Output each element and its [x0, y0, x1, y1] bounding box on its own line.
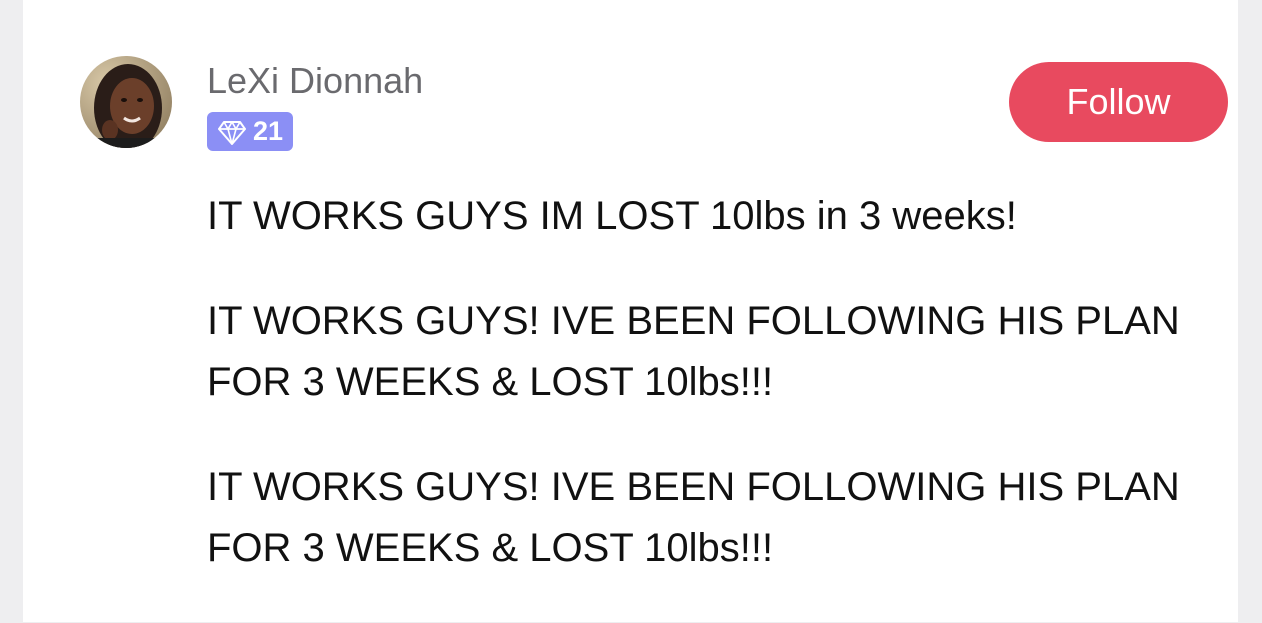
badge-count: 21 — [253, 116, 284, 146]
post-paragraph: IT WORKS GUYS! IVE BEEN FOLLOWING HIS PL… — [207, 299, 1180, 404]
post-paragraph: IT WORKS GUYS IM LOST 10lbs in 3 weeks! — [207, 194, 1017, 238]
level-badge: 21 — [207, 112, 294, 151]
post-paragraph: IT WORKS GUYS! IVE BEEN FOLLOWING HIS PL… — [207, 465, 1180, 570]
avatar[interactable] — [80, 56, 172, 148]
diamond-icon — [218, 120, 246, 145]
post-body: IT WORKS GUYS IM LOST 10lbs in 3 weeks! … — [207, 186, 1217, 623]
username[interactable]: LeXi Dionnah — [207, 60, 423, 102]
post-card: LeXi Dionnah 21 Follow IT WORKS GUYS IM … — [23, 0, 1238, 622]
follow-button[interactable]: Follow — [1009, 62, 1228, 142]
